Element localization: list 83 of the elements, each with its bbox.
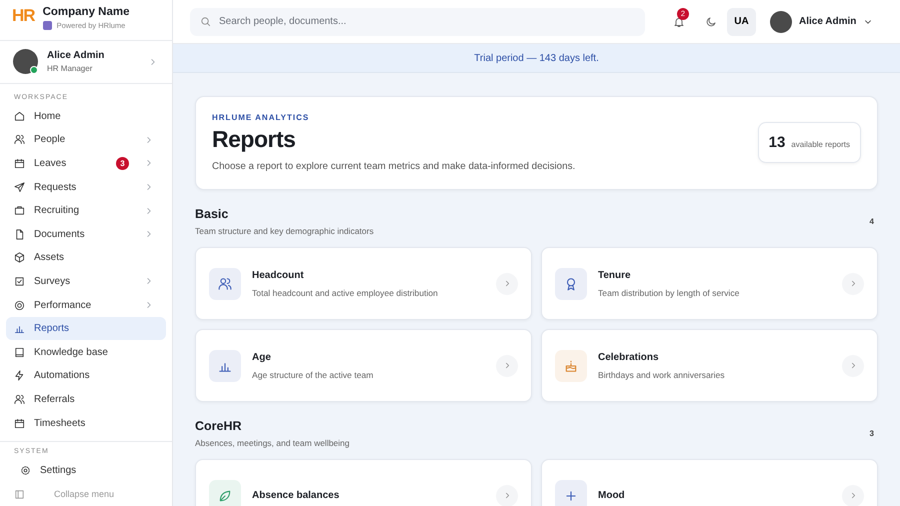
card-description: Total headcount and active employee distribution <box>252 288 439 298</box>
nav-item[interactable]: People <box>6 128 166 152</box>
award-icon <box>564 276 578 290</box>
search-field[interactable]: Search people, documents... <box>190 8 645 36</box>
box-icon <box>14 252 25 264</box>
nav-item[interactable]: Recruiting <box>6 198 166 222</box>
file-icon <box>14 228 25 240</box>
nav-item[interactable]: Automations <box>6 364 166 388</box>
moon-icon[interactable] <box>705 16 717 28</box>
calendar-icon <box>14 158 25 169</box>
nav-item[interactable]: Timesheets <box>6 411 166 435</box>
sidebar-icon <box>14 488 25 500</box>
leaf-icon <box>218 488 232 502</box>
section-count: 3 <box>870 429 874 438</box>
nav-item[interactable]: Referrals <box>6 388 166 412</box>
people-icon <box>14 394 25 405</box>
target-icon <box>14 300 25 311</box>
eyebrow-label: HRLUME ANALYTICS <box>212 113 310 122</box>
briefcase-icon <box>14 205 25 216</box>
check-icon <box>14 276 25 287</box>
card-title: Mood <box>598 490 626 501</box>
language-button[interactable]: UA <box>727 8 756 36</box>
settings-icon <box>20 465 31 476</box>
card-title: Celebrations <box>598 352 660 362</box>
people-icon <box>14 134 25 146</box>
section-count: 4 <box>870 217 874 226</box>
arrow-button[interactable] <box>842 484 864 506</box>
user-name: Alice Admin <box>47 50 106 62</box>
card-title: Headcount <box>252 270 305 280</box>
cake-icon <box>564 358 578 372</box>
nav-item[interactable]: Assets <box>6 246 166 270</box>
nav-item[interactable]: Surveys <box>6 270 166 294</box>
page-description: Choose a report to explore current team metrics and make data-informed decisions. <box>212 161 576 172</box>
section-title: CoreHR <box>195 419 243 433</box>
nav-item[interactable]: Leaves 3 <box>6 152 166 176</box>
bell-icon[interactable] <box>673 16 685 28</box>
card-title: Tenure <box>598 270 632 280</box>
report-count: 13 <box>768 134 786 151</box>
nav-item[interactable]: Knowledge base <box>6 340 166 364</box>
section-title: Basic <box>195 207 230 221</box>
home-icon <box>14 110 25 122</box>
arrow-button[interactable] <box>496 484 518 506</box>
brand-icon <box>42 21 52 30</box>
user-card[interactable]: Alice Admin HR Manager <box>0 41 172 84</box>
arrow-button[interactable] <box>842 354 864 376</box>
section-subtitle: Team structure and key demographic indicators <box>195 226 375 236</box>
send-icon <box>14 182 25 193</box>
nav-item[interactable]: Reports <box>6 316 166 340</box>
card-description: Team distribution by length of service <box>598 288 740 298</box>
company-name: Company Name <box>42 6 130 18</box>
people-icon <box>218 276 232 290</box>
user-menu[interactable]: Alice Admin <box>770 10 874 32</box>
arrow-button[interactable] <box>842 272 864 294</box>
plus-icon <box>564 488 578 502</box>
report-card[interactable]: Age Age structure of the active team <box>195 329 532 402</box>
trial-text: Trial period — 143 days left. <box>474 52 599 64</box>
avatar <box>770 10 792 32</box>
book-icon <box>14 346 25 358</box>
arrow-button[interactable] <box>496 272 518 294</box>
report-card[interactable]: Celebrations Birthdays and work anniversaries <box>541 329 878 402</box>
count-badge: 3 <box>116 156 129 170</box>
card-title: Absence balances <box>252 490 340 501</box>
report-card[interactable]: Tenure Team distribution by length of service <box>541 247 878 320</box>
settings-item[interactable]: Settings <box>6 458 166 482</box>
nav-item[interactable]: Documents <box>6 222 166 246</box>
section-subtitle: Absences, meetings, and team wellbeing <box>195 438 351 448</box>
card-title: Age <box>252 352 272 362</box>
report-card[interactable]: Mood <box>541 459 878 506</box>
calendar-icon <box>14 418 25 429</box>
report-card[interactable]: Headcount Total headcount and active employee distribution <box>195 247 532 320</box>
logo: HR <box>12 6 35 27</box>
user-role: HR Manager <box>47 64 94 74</box>
search-icon <box>200 16 211 27</box>
report-card[interactable]: Absence balances <box>195 459 532 506</box>
nav-item[interactable]: Requests <box>6 175 166 199</box>
card-description: Birthdays and work anniversaries <box>598 370 726 380</box>
card-description: Age structure of the active team <box>252 370 374 380</box>
arrow-button[interactable] <box>496 354 518 376</box>
count-label: available reports <box>791 140 850 149</box>
page-title: Reports <box>212 126 296 153</box>
nav-item[interactable]: Performance <box>6 293 166 317</box>
bolt-icon <box>14 370 25 382</box>
nav-item[interactable]: Home <box>6 104 166 128</box>
